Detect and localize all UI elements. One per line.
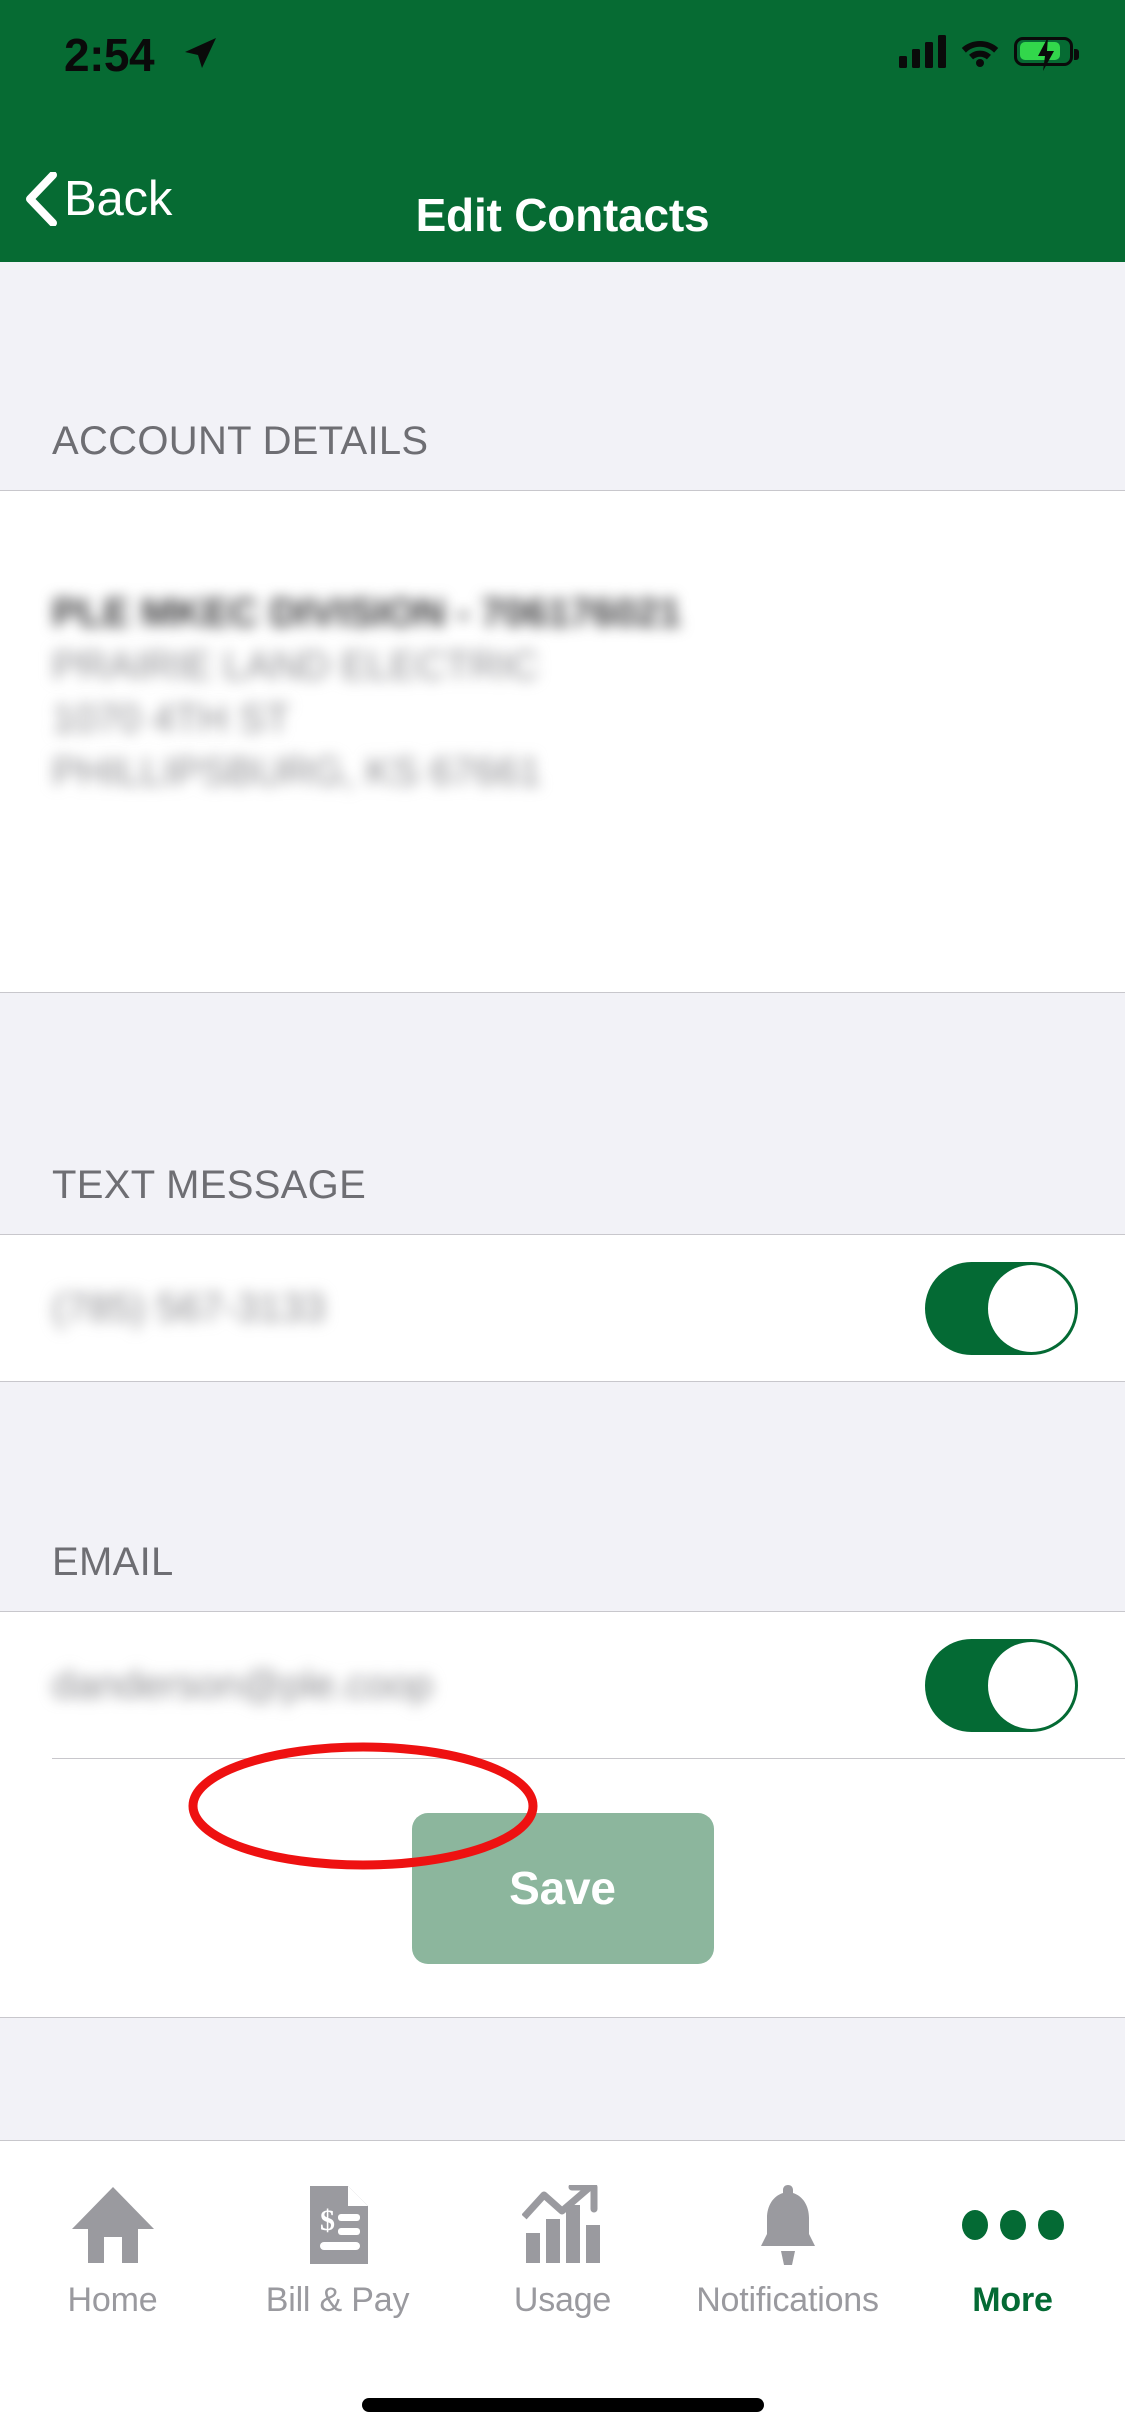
back-button[interactable]: Back <box>24 168 172 230</box>
back-button-label: Back <box>64 172 173 226</box>
bar-chart-arrow-icon <box>521 2181 604 2269</box>
tab-home[interactable]: Home <box>0 2141 225 2320</box>
invoice-icon: $ <box>306 2181 370 2269</box>
tab-more-label: More <box>972 2281 1053 2319</box>
account-street-line: 1070 4TH ST <box>52 697 290 741</box>
account-company-line: PRAIRIE LAND ELECTRIC <box>52 644 539 688</box>
bottom-tab-bar: Home $ Bill & Pay Usage Notifications Mo… <box>0 2140 1125 2436</box>
cellular-signal-icon <box>899 34 946 68</box>
email-value: danderson@ple.coop <box>52 1663 433 1707</box>
tab-notifications[interactable]: Notifications <box>675 2141 900 2320</box>
status-bar-time: 2:54 <box>64 29 155 81</box>
tab-usage[interactable]: Usage <box>450 2141 675 2320</box>
save-button[interactable]: Save <box>411 1812 714 1964</box>
tab-notifications-label: Notifications <box>696 2281 879 2319</box>
account-details-card: PLE MKEC DIVISION - 706176021 PRAIRIE LA… <box>0 490 1125 993</box>
account-name-line: PLE MKEC DIVISION - 706176021 <box>52 591 682 635</box>
bell-icon <box>757 2181 819 2269</box>
home-icon <box>70 2181 156 2269</box>
tab-usage-label: Usage <box>513 2281 612 2319</box>
wifi-icon <box>961 41 999 67</box>
navigation-bar: Edit Contacts Back <box>0 132 1125 262</box>
location-arrow-icon <box>183 36 217 70</box>
tab-home-label: Home <box>67 2281 158 2319</box>
text-message-toggle[interactable] <box>925 1261 1078 1355</box>
save-area: Save <box>0 1742 1125 2017</box>
account-city-line: PHILLIPSBURG, KS 67661 <box>52 750 542 794</box>
three-dots-icon <box>961 2181 1064 2269</box>
battery-charging-icon <box>1014 36 1079 71</box>
svg-text:$: $ <box>320 2204 335 2237</box>
email-row[interactable]: danderson@ple.coop <box>0 1611 1125 1759</box>
tab-bill-and-pay[interactable]: $ Bill & Pay <box>225 2141 450 2320</box>
text-message-row[interactable]: (785) 567-3133 <box>0 1234 1125 1382</box>
section-header-email: EMAIL <box>0 1382 1125 1611</box>
chevron-left-icon <box>26 172 57 226</box>
section-header-account-details: ACCOUNT DETAILS <box>0 262 1125 490</box>
status-bar-indicators <box>899 28 1079 74</box>
text-message-value: (785) 567-3133 <box>52 1285 326 1330</box>
email-toggle[interactable] <box>925 1639 1078 1732</box>
home-indicator <box>361 2398 764 2412</box>
app-screen: 2:54 Edit Contacts Back ACCOUNT DETAILS … <box>0 0 1125 2436</box>
tab-more[interactable]: More <box>900 2141 1125 2320</box>
section-header-text-message: TEXT MESSAGE <box>0 993 1125 1234</box>
content-area: ACCOUNT DETAILS PLE MKEC DIVISION - 7061… <box>0 262 1125 2314</box>
tab-bill-and-pay-label: Bill & Pay <box>265 2281 410 2319</box>
status-bar: 2:54 <box>0 0 1125 132</box>
